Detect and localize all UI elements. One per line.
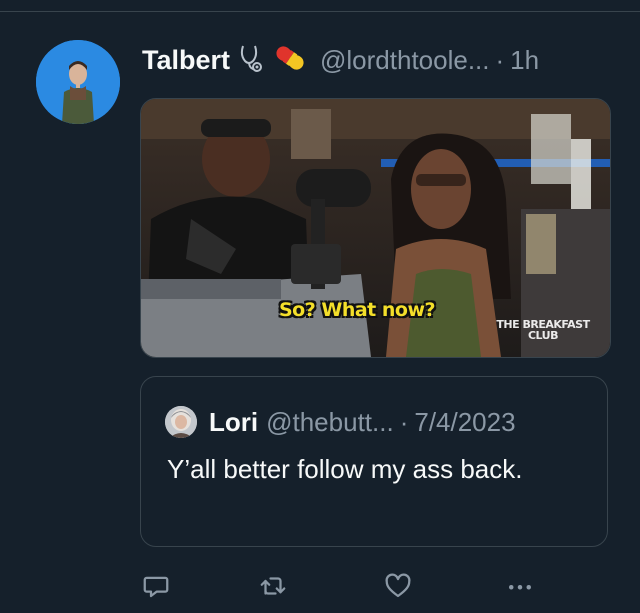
retweet-icon xyxy=(260,577,286,595)
quoted-tweet-header: Lori @thebutt... · 7/4/2023 xyxy=(209,404,516,440)
like-button[interactable] xyxy=(378,566,418,606)
quoted-author-handle[interactable]: @thebutt... xyxy=(266,407,394,438)
tweet-media-gif[interactable]: So? What now? THE BREAKFAST CLUB xyxy=(140,98,611,358)
retweet-button[interactable] xyxy=(253,566,293,606)
tweet-header: Talbert @lordthtoole... · 1h xyxy=(142,40,539,80)
gif-watermark: THE BREAKFAST CLUB xyxy=(493,319,593,341)
author-name[interactable]: Talbert xyxy=(142,45,230,76)
reply-button[interactable] xyxy=(136,566,176,606)
stethoscope-icon xyxy=(236,43,266,78)
quoted-avatar-image xyxy=(165,406,197,438)
like-icon xyxy=(385,573,411,598)
gif-caption: So? What now? xyxy=(279,299,436,321)
quoted-tweet-text: Y’all better follow my ass back. xyxy=(167,454,523,484)
reply-icon xyxy=(143,576,169,598)
quoted-tweet-card[interactable]: Lori @thebutt... · 7/4/2023 Y’all better… xyxy=(140,376,608,547)
pill-icon xyxy=(272,43,308,78)
quoted-separator-dot: · xyxy=(399,406,409,437)
tweet-action-bar xyxy=(0,566,640,610)
top-divider xyxy=(0,11,640,12)
author-avatar-image xyxy=(36,40,120,124)
quoted-tweet-date[interactable]: 7/4/2023 xyxy=(414,407,515,438)
watermark-line-2: CLUB xyxy=(527,329,559,342)
author-avatar[interactable] xyxy=(36,40,120,124)
more-button[interactable] xyxy=(500,566,540,606)
separator-dot: · xyxy=(495,44,505,75)
more-icon xyxy=(509,585,531,590)
author-handle[interactable]: @lordthtoole... xyxy=(320,45,489,76)
quoted-author-name[interactable]: Lori xyxy=(209,407,258,438)
quoted-author-avatar[interactable] xyxy=(165,406,197,438)
tweet-timestamp[interactable]: 1h xyxy=(510,45,539,76)
